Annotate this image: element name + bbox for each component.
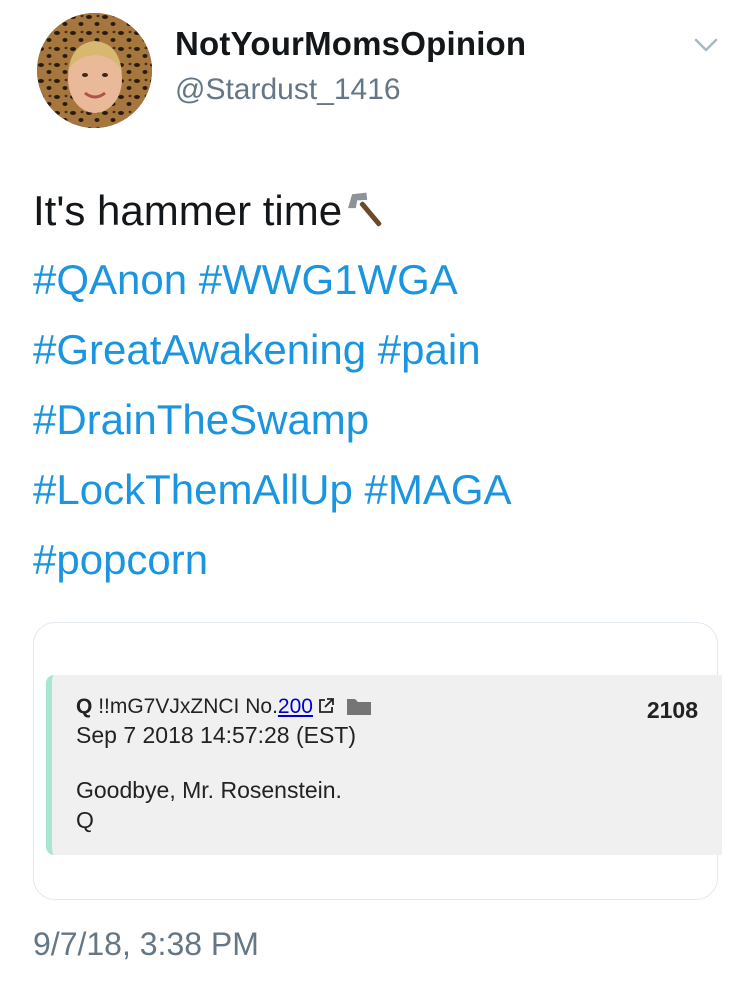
hashtag-link[interactable]: #DrainTheSwamp — [33, 396, 369, 443]
hashtag-line: #GreatAwakening #pain — [33, 326, 481, 374]
hashtag-link[interactable]: #QAnon — [33, 256, 187, 303]
post-body-line: Goodbye, Mr. Rosenstein. — [76, 777, 342, 803]
post-header: Q !!mG7VJxZNCI No.200 — [76, 695, 373, 719]
chevron-down-icon[interactable] — [692, 35, 720, 55]
hammer-icon — [348, 192, 382, 227]
embedded-post: Q !!mG7VJxZNCI No.200 Sep 7 2018 14:57:2… — [46, 675, 722, 855]
folder-icon[interactable] — [345, 695, 373, 717]
hashtag-link[interactable]: #LockThemAllUp — [33, 466, 353, 513]
hashtag-link[interactable]: #WWG1WGA — [199, 256, 458, 303]
post-count: 2108 — [646, 697, 698, 723]
hashtag-line: #popcorn — [33, 536, 208, 584]
hashtag-line: #LockThemAllUp #MAGA — [33, 466, 512, 514]
user-handle[interactable]: @Stardust_1416 — [175, 73, 401, 107]
post-date: Sep 7 2018 14:57:28 (EST) — [76, 722, 357, 748]
post-body: Goodbye, Mr. Rosenstein. Q — [76, 775, 342, 835]
avatar[interactable] — [37, 13, 152, 128]
hashtag-line: #QAnon #WWG1WGA — [33, 256, 458, 304]
post-number-prefix: No. — [245, 695, 278, 718]
post-tripcode: !!mG7VJxZNCI — [98, 695, 240, 718]
post-author: Q — [76, 695, 93, 718]
hashtag-link[interactable]: #MAGA — [364, 466, 511, 513]
avatar-image — [37, 13, 152, 128]
hashtag-link[interactable]: #popcorn — [33, 536, 208, 583]
hashtag-line: #DrainTheSwamp — [33, 396, 369, 444]
hashtag-link[interactable]: #pain — [378, 326, 481, 373]
hashtag-link[interactable]: #GreatAwakening — [33, 326, 366, 373]
external-link-icon[interactable] — [317, 697, 335, 715]
post-body-line: Q — [76, 807, 94, 833]
tweet-text: It's hammer time — [33, 185, 390, 235]
tweet-timestamp[interactable]: 9/7/18, 3:38 PM — [33, 926, 259, 963]
display-name[interactable]: NotYourMomsOpinion — [175, 25, 526, 63]
post-number-link[interactable]: 200 — [278, 695, 313, 718]
tweet-text-content: It's hammer time — [33, 187, 343, 234]
